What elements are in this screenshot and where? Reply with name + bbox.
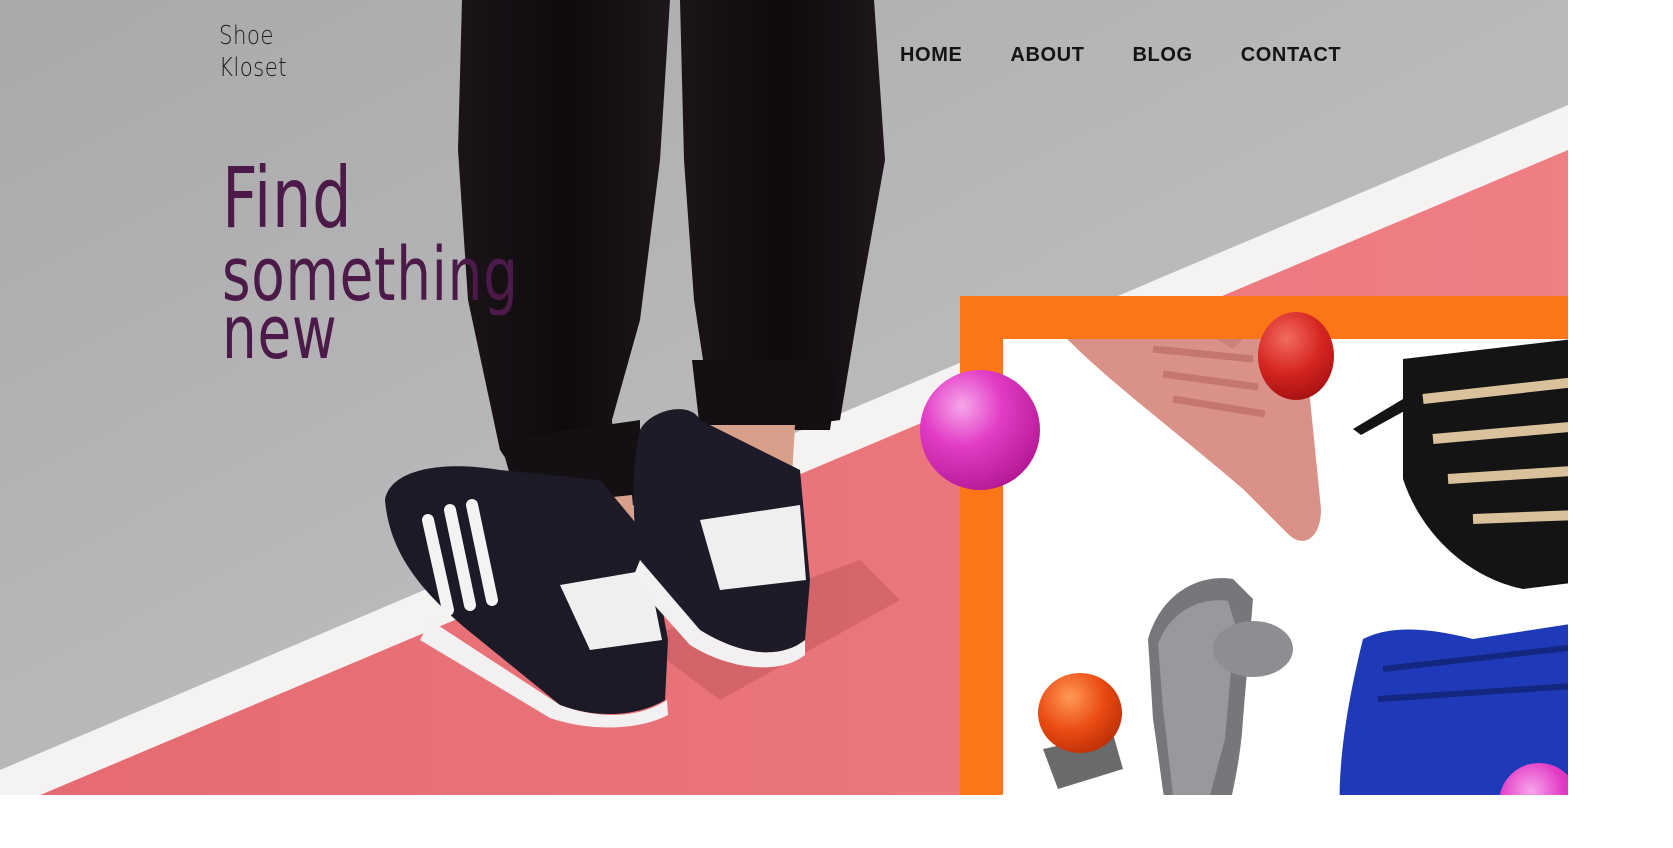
nav-blog-link[interactable]: BLOG xyxy=(1133,42,1193,68)
decorative-magenta-sphere xyxy=(920,370,1040,490)
black-heel-image xyxy=(1353,339,1568,589)
decorative-orange-sphere xyxy=(1038,673,1122,753)
hero-section: Shoe Kloset HOME ABOUT BLOG CONTACT Find… xyxy=(0,0,1568,795)
brand-logo-line1: Shoe xyxy=(219,21,274,51)
hero-headline: Find something new xyxy=(222,150,519,370)
decorative-red-sphere xyxy=(1258,312,1334,400)
nav-contact-link[interactable]: CONTACT xyxy=(1241,42,1341,68)
brand-logo-line2: Kloset xyxy=(219,53,287,83)
main-navigation: HOME ABOUT BLOG CONTACT xyxy=(900,42,1341,68)
nav-about-link[interactable]: ABOUT xyxy=(1010,42,1084,68)
brand-logo[interactable]: Shoe Kloset xyxy=(219,20,287,84)
nav-home-link[interactable]: HOME xyxy=(900,42,962,68)
